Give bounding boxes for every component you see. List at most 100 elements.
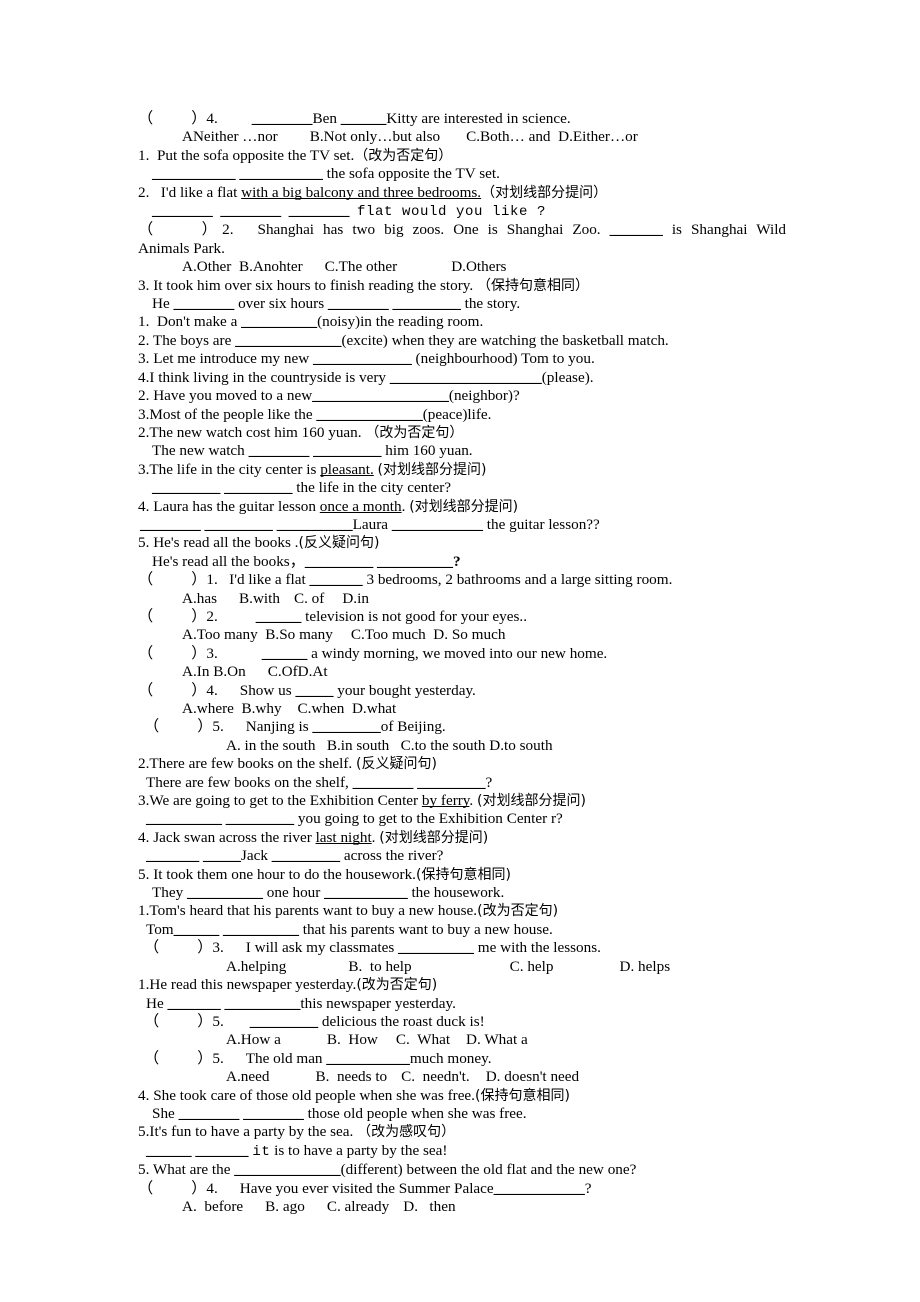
answer-blank[interactable]: ____________ bbox=[392, 516, 483, 533]
question-line: 2. The boys are ______________(excite) w… bbox=[138, 331, 669, 349]
answer-blank[interactable]: ______________ bbox=[316, 406, 422, 423]
answer-blank[interactable]: ______ bbox=[341, 110, 387, 127]
answer-blank[interactable]: __________ bbox=[187, 884, 263, 901]
answer-blank[interactable]: __________ bbox=[398, 939, 474, 956]
answer-blank[interactable]: _____ bbox=[295, 682, 333, 699]
answer-blank[interactable]: __________ bbox=[241, 313, 317, 330]
answer-line: She ________ ________ those old people w… bbox=[152, 1104, 527, 1122]
question-line: 4. She took care of those old people whe… bbox=[138, 1086, 570, 1104]
answer-blank[interactable]: ________ bbox=[140, 516, 201, 533]
question-line: （）5. The old man ___________much money. bbox=[144, 1049, 492, 1067]
question-line: 1. Don't make a __________(noisy)in the … bbox=[138, 313, 484, 331]
answer-blank[interactable]: ________ bbox=[174, 295, 235, 312]
answer-blank[interactable]: ______ bbox=[146, 1142, 192, 1159]
answer-blank[interactable]: _______ bbox=[168, 995, 221, 1012]
answer-blank[interactable]: __________ bbox=[223, 921, 299, 938]
option-line: A. before B. ago C. already D. then bbox=[182, 1197, 456, 1215]
answer-blank[interactable]: _________ bbox=[152, 479, 220, 496]
answer-blank[interactable]: ________ bbox=[252, 110, 313, 127]
option-line: A.Other B.Anohter C.The other D.Others bbox=[182, 258, 507, 276]
answer-line: They __________ one hour ___________ the… bbox=[152, 884, 505, 902]
answer-line: ________ _________ __________Laura _____… bbox=[140, 515, 600, 533]
question-line: （）4. ________Ben ______Kitty are interest… bbox=[138, 110, 571, 127]
option-line: ANeither …nor B.Not only…but also C.Both… … bbox=[182, 128, 638, 146]
answer-blank[interactable]: ____________________ bbox=[390, 369, 542, 386]
answer-blank[interactable]: _______ bbox=[610, 221, 663, 238]
answer-blank[interactable]: _________ bbox=[272, 847, 340, 864]
answer-blank[interactable]: _________ bbox=[224, 479, 292, 496]
question-line: （）3. I will ask my classmates __________ … bbox=[144, 939, 601, 957]
answer-blank[interactable]: ______ bbox=[174, 921, 220, 938]
option-line: A.where B.why C.when D.what bbox=[182, 700, 397, 717]
answer-blank[interactable]: _____________ bbox=[313, 350, 412, 367]
answer-blank[interactable]: _________ bbox=[205, 516, 273, 533]
answer-line: ________ ________ ________ flat would yo… bbox=[138, 202, 786, 221]
option-line: A. in the south B.in south C.to the sout… bbox=[226, 736, 553, 754]
question-line: （）3. ______ a windy morning, we moved int… bbox=[138, 644, 608, 662]
answer-blank[interactable]: __________ bbox=[277, 516, 353, 533]
question-line: 4. Laura has the guitar lesson once a mo… bbox=[138, 497, 519, 515]
answer-blank[interactable]: ________ bbox=[289, 202, 350, 219]
option-line: A.helping B. to help C. help D. helps bbox=[226, 957, 671, 975]
answer-blank[interactable]: ____________ bbox=[494, 1180, 585, 1197]
option-line: A.need B. needs to C. needn't. D. doesn't n… bbox=[226, 1068, 580, 1086]
answer-line: _________ _________ the life in the city… bbox=[152, 479, 452, 497]
answer-line: There are few books on the shelf, ______… bbox=[146, 773, 493, 791]
question-line: 3.The life in the city center is pleasan… bbox=[138, 460, 487, 478]
answer-blank[interactable]: _______ bbox=[309, 571, 362, 588]
answer-blank[interactable]: _________ bbox=[312, 718, 380, 735]
answer-blank[interactable]: __________________ bbox=[312, 387, 449, 404]
answer-blank[interactable]: _______ bbox=[146, 847, 199, 864]
underlined-phrase: pleasant. bbox=[320, 460, 374, 478]
answer-blank[interactable]: ________ bbox=[328, 295, 389, 312]
answer-blank[interactable]: ________ bbox=[152, 202, 213, 219]
option-line: A.Too many B.So many C.Too much D. So muc… bbox=[182, 626, 506, 644]
answer-blank[interactable]: _________ bbox=[250, 1013, 318, 1030]
answer-blank[interactable]: ______ bbox=[262, 645, 308, 662]
answer-line: He _______ __________this newspaper yest… bbox=[146, 994, 456, 1012]
answer-blank[interactable]: ___________ bbox=[324, 884, 408, 901]
question-line: 3. It took him over six hours to finish … bbox=[138, 276, 590, 294]
answer-blank[interactable]: ______________ bbox=[234, 1161, 340, 1178]
question-line: 2. Have you moved to a new______________… bbox=[138, 387, 520, 405]
question-line: （）2. ______ television is not good for yo… bbox=[138, 607, 527, 625]
worksheet-body: （）4. ________Ben ______Kitty are interest… bbox=[138, 110, 786, 1216]
answer-blank[interactable]: _________ bbox=[305, 553, 373, 570]
answer-blank[interactable]: ________ bbox=[353, 774, 414, 791]
question-line: 5. He's read all the books .(反义疑问句) bbox=[138, 534, 380, 552]
answer-line: He's read all the books，_________ ______… bbox=[152, 552, 461, 570]
answer-blank[interactable]: ________ bbox=[243, 1105, 304, 1122]
answer-blank[interactable]: ___________ bbox=[152, 165, 236, 182]
answer-blank[interactable]: __________ bbox=[224, 995, 300, 1012]
answer-blank[interactable]: ___________ bbox=[326, 1050, 410, 1067]
question-line: 1.Tom's heard that his parents want to b… bbox=[138, 902, 559, 920]
question-line: （）4. Have you ever visited the Summer Pal… bbox=[138, 1179, 592, 1197]
answer-blank[interactable]: _________ bbox=[226, 810, 294, 827]
answer-blank[interactable]: _____ bbox=[203, 847, 241, 864]
answer-blank[interactable]: _______ bbox=[195, 1142, 248, 1159]
answer-line: The new watch ________ _________ him 160… bbox=[152, 442, 473, 460]
answer-blank[interactable]: ________ bbox=[249, 442, 310, 459]
answer-blank[interactable]: __________ bbox=[377, 553, 453, 570]
answer-blank[interactable]: ______ bbox=[256, 608, 302, 625]
answer-blank[interactable]: ___________ bbox=[239, 165, 323, 182]
answer-blank[interactable]: ________ bbox=[179, 1105, 240, 1122]
answer-blank[interactable]: _________ bbox=[313, 442, 381, 459]
answer-line: ___________ ___________ the sofa opposit… bbox=[152, 165, 500, 183]
question-line: 3.We are going to get to the Exhibition … bbox=[138, 792, 586, 810]
answer-blank[interactable]: ______________ bbox=[235, 332, 341, 349]
question-line: 1. Put the sofa opposite the TV set.（改为否… bbox=[138, 146, 453, 164]
question-line: 2. I'd like a flat with a big balcony an… bbox=[138, 183, 608, 201]
question-line: 3. Let me introduce my new _____________… bbox=[138, 350, 595, 368]
question-line: 1.He read this newspaper yesterday.(改为否定… bbox=[138, 976, 438, 994]
answer-line: _______ _____Jack _________ across the r… bbox=[146, 847, 444, 865]
option-line: A.has B.with C. of D.in bbox=[182, 589, 369, 607]
answer-blank[interactable]: ________ bbox=[220, 202, 281, 219]
answer-line: He ________ over six hours ________ ____… bbox=[152, 295, 521, 313]
underlined-phrase: last night bbox=[315, 828, 372, 846]
answer-blank[interactable]: _________ bbox=[417, 774, 485, 791]
answer-blank[interactable]: _________ bbox=[392, 295, 460, 312]
answer-blank[interactable]: __________ bbox=[146, 810, 222, 827]
underlined-phrase: once a month bbox=[319, 497, 402, 515]
question-line: 4. Jack swan across the river last night… bbox=[138, 828, 489, 846]
